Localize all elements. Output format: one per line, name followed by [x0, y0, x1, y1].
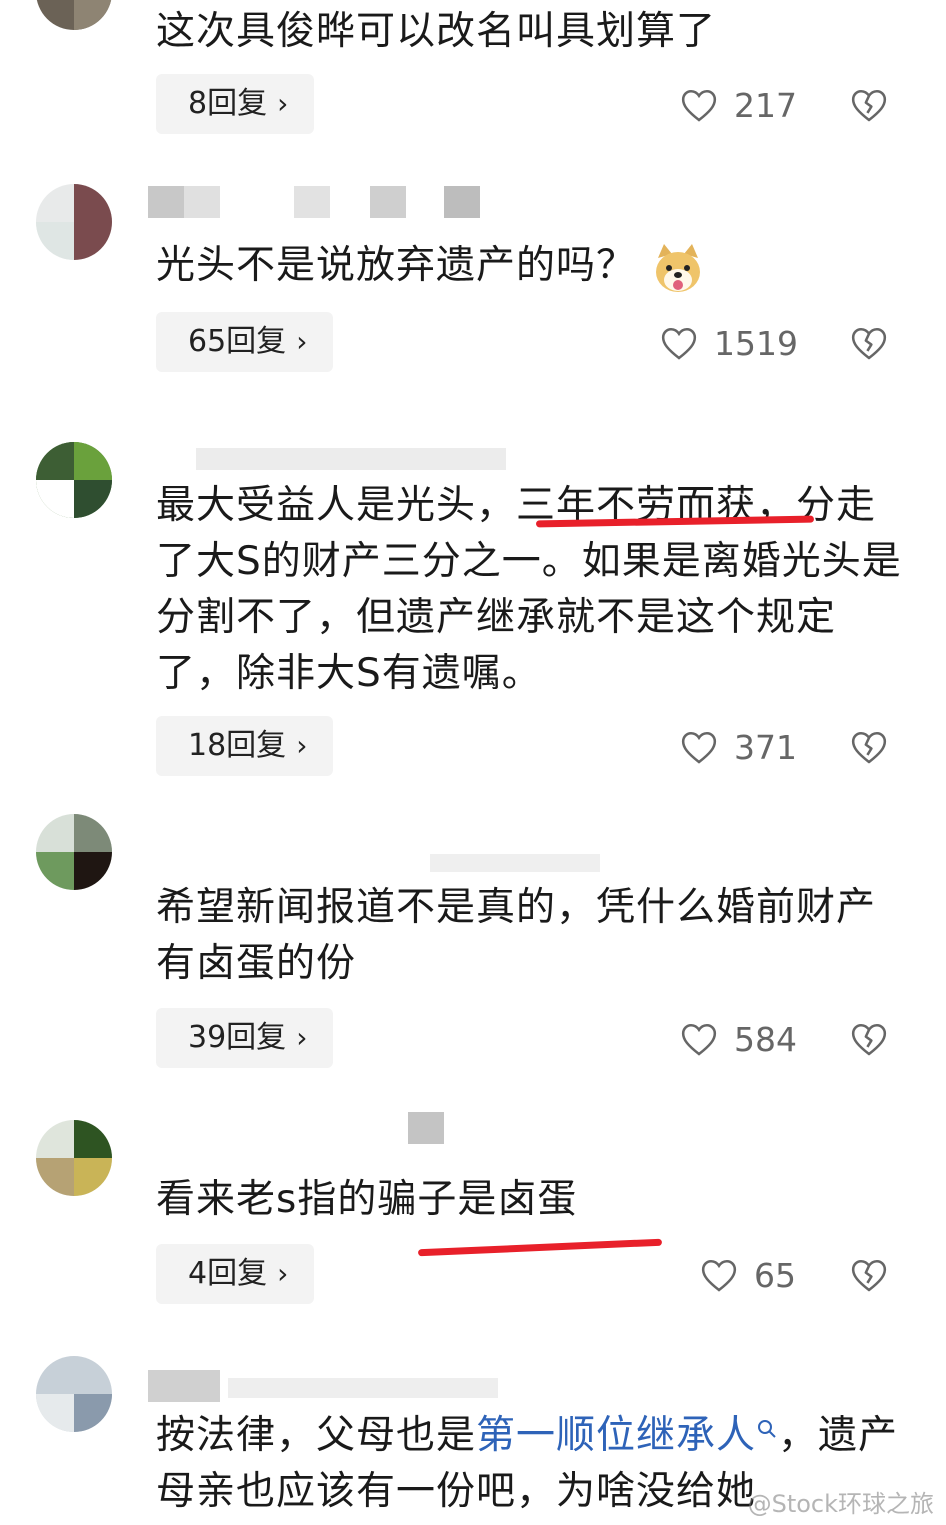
- dislike-icon[interactable]: [850, 728, 888, 766]
- reply-count: 65回复: [188, 324, 287, 359]
- like-button[interactable]: 65: [700, 1250, 796, 1300]
- dislike-icon[interactable]: [850, 324, 888, 362]
- search-link[interactable]: 第一顺位继承人: [476, 1413, 778, 1458]
- heart-icon: [701, 1259, 737, 1292]
- replies-button[interactable]: 39回复 ›: [156, 1008, 334, 1068]
- search-icon: [758, 1420, 776, 1438]
- dislike-icon[interactable]: [850, 86, 888, 124]
- replies-button[interactable]: 65回复 ›: [156, 312, 334, 372]
- username-blurred: [430, 846, 610, 878]
- avatar[interactable]: [36, 0, 112, 30]
- replies-button[interactable]: 4回复 ›: [156, 1244, 315, 1304]
- like-count: 217: [734, 85, 797, 125]
- doge-emoji-icon: [656, 243, 701, 292]
- watermark: @Stock环球之旅: [747, 1490, 934, 1518]
- reply-count: 4回复: [188, 1256, 268, 1291]
- avatar[interactable]: [36, 184, 112, 260]
- username-blurred: [148, 1370, 508, 1402]
- reply-count: 39回复: [188, 1020, 287, 1055]
- replies-button[interactable]: 8回复 ›: [156, 74, 315, 134]
- like-count: 371: [734, 727, 797, 767]
- replies-button[interactable]: 18回复 ›: [156, 716, 334, 776]
- chevron-right-icon: ›: [296, 325, 308, 358]
- like-button[interactable]: 584: [680, 1014, 797, 1064]
- dislike-icon[interactable]: [850, 1256, 888, 1294]
- comment-text: 最大受益人是光头，三年不劳而获，分走了大S的财产三分之一。如果是离婚光头是分割不…: [156, 483, 902, 696]
- comment-text: 看来老s指的骗子是卤蛋: [156, 1177, 578, 1222]
- avatar[interactable]: [36, 814, 112, 890]
- heart-icon: [681, 89, 717, 122]
- like-count: 65: [754, 1255, 796, 1295]
- reply-count: 18回复: [188, 728, 287, 763]
- avatar[interactable]: [36, 1356, 112, 1432]
- username-blurred: [408, 1112, 448, 1144]
- comment-text: 光头不是说放弃遗产的吗？: [156, 238, 906, 296]
- comment-text: 这次具俊晔可以改名叫具划算了: [156, 9, 717, 54]
- heart-icon: [681, 1023, 717, 1056]
- chevron-right-icon: ›: [296, 729, 308, 762]
- chevron-right-icon: ›: [296, 1021, 308, 1054]
- username-blurred: [196, 438, 516, 470]
- dislike-icon[interactable]: [850, 1020, 888, 1058]
- chevron-right-icon: ›: [277, 87, 289, 120]
- avatar[interactable]: [36, 442, 112, 518]
- comment-text: 希望新闻报道不是真的，凭什么婚前财产有卤蛋的份: [156, 885, 877, 986]
- avatar[interactable]: [36, 1120, 112, 1196]
- heart-icon: [661, 327, 697, 360]
- like-button[interactable]: 217: [680, 80, 797, 130]
- reply-count: 8回复: [188, 86, 268, 121]
- like-button[interactable]: 1519: [660, 318, 798, 368]
- like-count: 1519: [714, 323, 798, 363]
- chevron-right-icon: ›: [277, 1257, 289, 1290]
- username-blurred: [148, 186, 488, 218]
- like-button[interactable]: 371: [680, 722, 797, 772]
- red-underline-annotation: [417, 1238, 663, 1257]
- heart-icon: [681, 731, 717, 764]
- like-count: 584: [734, 1019, 797, 1059]
